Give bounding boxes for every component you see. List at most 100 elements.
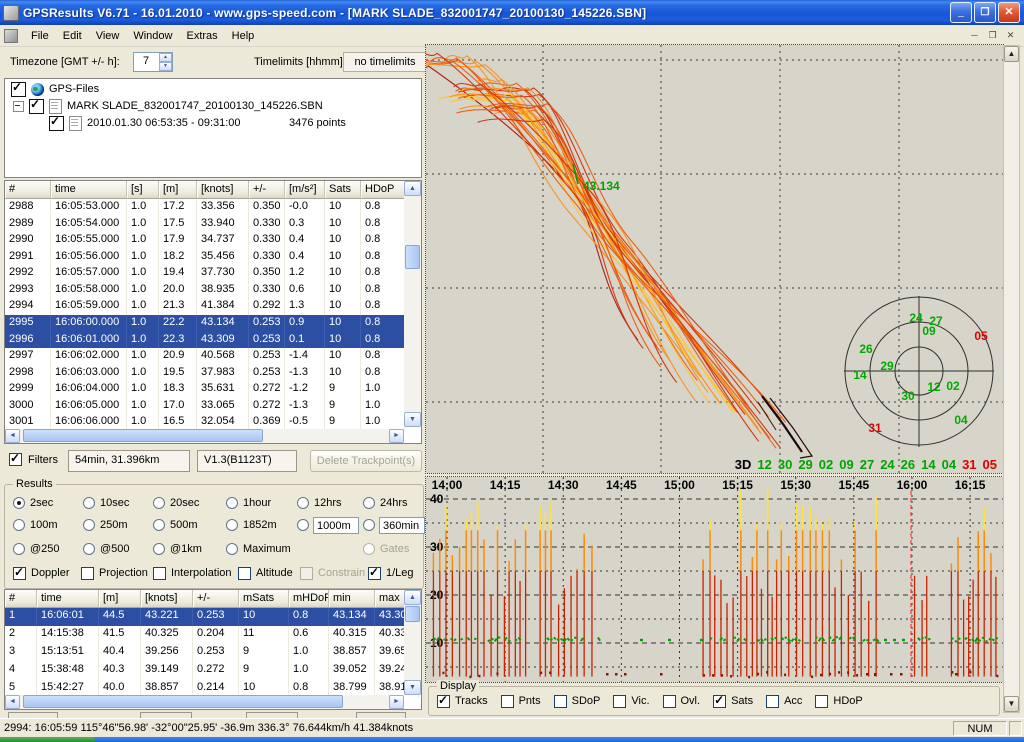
table-row[interactable]: 298816:05:53.0001.017.233.3560.350-0.010…	[5, 199, 421, 216]
column-header-time[interactable]: time	[51, 181, 127, 199]
column-header-mHDoP[interactable]: mHDoP	[289, 590, 329, 608]
menu-extras[interactable]: Extras	[179, 28, 224, 44]
column-header-ms[interactable]: [m/s²]	[285, 181, 325, 199]
table-row[interactable]: 315:13:5140.439.2560.25391.038.85739.654	[5, 644, 421, 662]
scroll-left-icon[interactable]: ◄	[5, 429, 20, 443]
radio-icon[interactable]	[13, 543, 25, 555]
horizontal-scrollbar[interactable]: ◄ ►	[5, 429, 404, 443]
checkbox-icon[interactable]	[437, 695, 450, 708]
radio-Maximum[interactable]: Maximum	[226, 541, 297, 557]
table-row[interactable]: 299416:05:59.0001.021.341.3840.2921.3100…	[5, 298, 421, 315]
radio-icon[interactable]	[13, 497, 25, 509]
radio-icon[interactable]	[226, 543, 238, 555]
checkbox-icon[interactable]	[153, 567, 166, 580]
radio-24hrs[interactable]: 24hrs	[363, 495, 408, 511]
collapse-icon[interactable]	[13, 101, 24, 112]
custom-value-input[interactable]	[379, 517, 425, 534]
column-header-[interactable]: #	[5, 590, 37, 608]
column-header-Sats[interactable]: Sats	[325, 181, 361, 199]
horizontal-scrollbar[interactable]: ◄ ►	[5, 695, 404, 709]
checkbox-icon[interactable]	[663, 695, 676, 708]
radio-icon[interactable]	[153, 543, 165, 555]
checkbox-checked-icon[interactable]	[29, 99, 44, 114]
radio-1852m[interactable]: 1852m	[226, 517, 297, 533]
checkbox-Vic[interactable]: Vic.	[613, 693, 649, 709]
checkbox-icon[interactable]	[368, 567, 381, 580]
table-row[interactable]: 299816:06:03.0001.019.537.9830.253-1.310…	[5, 365, 421, 382]
table-row[interactable]: 299916:06:04.0001.018.335.6310.272-1.291…	[5, 381, 421, 398]
checkbox-1Leg[interactable]: 1/Leg	[368, 565, 414, 581]
timelimits-value[interactable]: no timelimits	[343, 52, 427, 72]
column-header-m[interactable]: [m]	[99, 590, 141, 608]
radio-custom[interactable]	[363, 517, 425, 533]
checkbox-Acc[interactable]: Acc	[766, 693, 802, 709]
checkbox-Ovl[interactable]: Ovl.	[663, 693, 701, 709]
menu-edit[interactable]: Edit	[56, 28, 89, 44]
tree-item-file[interactable]: MARK SLADE_832001747_20100130_145226.SBN	[13, 98, 323, 114]
radio-20sec[interactable]: 20sec	[153, 495, 226, 511]
checkbox-icon[interactable]	[13, 567, 26, 580]
column-header-[interactable]: +/-	[249, 181, 285, 199]
checkbox-icon[interactable]	[815, 695, 828, 708]
radio-icon[interactable]	[13, 519, 25, 531]
table-row[interactable]: 299016:05:55.0001.017.934.7370.3300.4100…	[5, 232, 421, 249]
custom-value-input[interactable]	[313, 517, 359, 534]
scroll-left-icon[interactable]: ◄	[5, 695, 20, 709]
checkbox-icon[interactable]	[766, 695, 779, 708]
scroll-down-icon[interactable]: ▼	[404, 680, 421, 695]
checkbox-icon[interactable]	[554, 695, 567, 708]
radio-icon[interactable]	[297, 497, 309, 509]
column-header-HDoP[interactable]: HDoP	[361, 181, 405, 199]
scroll-down-icon[interactable]: ▼	[1004, 696, 1019, 712]
table-row[interactable]: 299616:06:01.0001.022.343.3090.2530.1100…	[5, 332, 421, 349]
checkbox-Pnts[interactable]: Pnts	[501, 693, 541, 709]
firmware-version-field[interactable]: V1.3(B1123T)	[197, 450, 297, 472]
menu-window[interactable]: Window	[126, 28, 179, 44]
radio-icon[interactable]	[83, 543, 95, 555]
column-header-m[interactable]: [m]	[159, 181, 197, 199]
scroll-down-icon[interactable]: ▼	[404, 412, 421, 427]
menu-file[interactable]: File	[24, 28, 56, 44]
column-header-[interactable]: #	[5, 181, 51, 199]
checkbox-Doppler[interactable]: Doppler	[13, 565, 81, 581]
radio-250m[interactable]: 250m	[83, 517, 153, 533]
column-header-s[interactable]: [s]	[127, 181, 159, 199]
mdi-restore-button[interactable]: ❐	[985, 29, 1000, 42]
radio-custom[interactable]	[297, 517, 363, 533]
checkbox-Sats[interactable]: Sats	[713, 693, 753, 709]
checkbox-HDoP[interactable]: HDoP	[815, 693, 862, 709]
menu-view[interactable]: View	[89, 28, 127, 44]
table-row[interactable]: 299316:05:58.0001.020.038.9350.3300.6100…	[5, 282, 421, 299]
table-row[interactable]: 300016:06:05.0001.017.033.0650.272-1.391…	[5, 398, 421, 415]
radio-icon[interactable]	[153, 519, 165, 531]
scroll-right-icon[interactable]: ►	[389, 429, 404, 443]
radio-10sec[interactable]: 10sec	[83, 495, 153, 511]
table-row[interactable]: 299116:05:56.0001.018.235.4560.3300.4100…	[5, 249, 421, 266]
radio-icon[interactable]	[297, 519, 309, 531]
tree-item-root[interactable]: GPS-Files	[11, 81, 99, 97]
filters-checkbox[interactable]	[9, 453, 22, 466]
close-button[interactable]	[998, 2, 1020, 23]
radio-250[interactable]: @250	[13, 541, 83, 557]
table-row[interactable]: 299216:05:57.0001.019.437.7300.3501.2100…	[5, 265, 421, 282]
filter-summary-field[interactable]: 54min, 31.396km	[68, 450, 190, 472]
checkbox-Projection[interactable]: Projection	[81, 565, 153, 581]
radio-500[interactable]: @500	[83, 541, 153, 557]
radio-icon[interactable]	[83, 519, 95, 531]
column-header-knots[interactable]: [knots]	[141, 590, 193, 608]
timezone-spinner[interactable]: 7 ▲ ▼	[133, 52, 173, 72]
checkbox-Tracks[interactable]: Tracks	[437, 693, 488, 709]
spinner-down-icon[interactable]: ▼	[159, 62, 172, 71]
mdi-close-button[interactable]: ✕	[1003, 29, 1018, 42]
radio-1hour[interactable]: 1hour	[226, 495, 297, 511]
tree-item-session[interactable]: 2010.01.30 06:53:35 - 09:31:00 3476 poin…	[49, 115, 241, 131]
vertical-scrollbar[interactable]: ▲ ▼	[404, 590, 421, 695]
scroll-up-icon[interactable]: ▲	[404, 181, 421, 196]
checkbox-checked-icon[interactable]	[11, 82, 26, 97]
start-button-edge[interactable]	[0, 737, 95, 742]
scroll-up-icon[interactable]: ▲	[1004, 46, 1019, 62]
radio-1km[interactable]: @1km	[153, 541, 226, 557]
scroll-up-icon[interactable]: ▲	[404, 590, 421, 605]
column-header-mSats[interactable]: mSats	[239, 590, 289, 608]
radio-icon[interactable]	[226, 519, 238, 531]
